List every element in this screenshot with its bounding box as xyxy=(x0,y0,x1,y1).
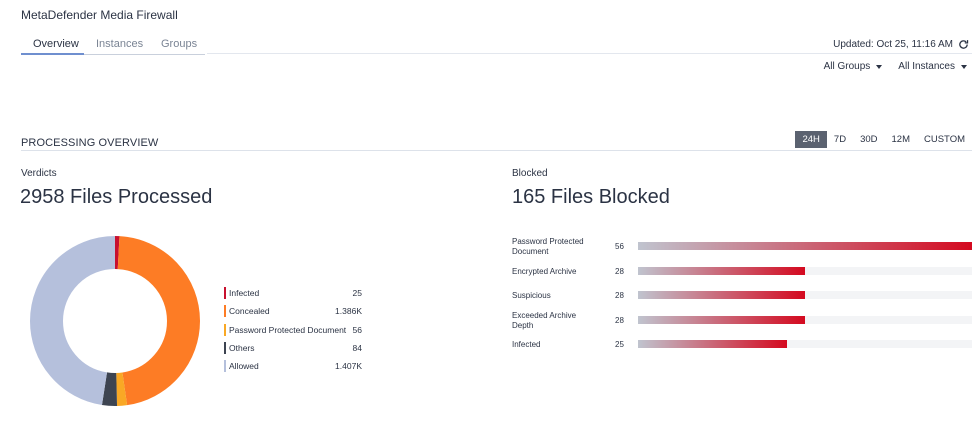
legend-label: Password Protected Document xyxy=(229,324,347,335)
legend-swatch xyxy=(224,323,226,336)
blocked-row-count: 56 xyxy=(615,242,624,251)
range-12m-button[interactable]: 12M xyxy=(885,131,917,148)
blocked-row-label: Password Protected Document xyxy=(512,237,584,256)
verdicts-label: Verdicts xyxy=(21,168,57,179)
range-7d-button[interactable]: 7D xyxy=(827,131,853,148)
range-24h-button[interactable]: 24H xyxy=(795,131,827,148)
tab-bar: Overview Instances Groups xyxy=(21,34,205,56)
legend-label: Others xyxy=(229,342,255,353)
verdicts-donut-chart xyxy=(30,236,200,406)
app-title: MetaDefender Media Firewall xyxy=(21,8,178,22)
blocked-row-count: 28 xyxy=(615,291,624,300)
files-blocked-headline: 165 Files Blocked xyxy=(512,186,670,208)
blocked-label: Blocked xyxy=(512,168,548,179)
blocked-row-count: 25 xyxy=(615,340,624,349)
legend-value: 56 xyxy=(352,324,362,335)
blocked-bar-track xyxy=(638,291,972,299)
section-divider xyxy=(21,150,972,151)
blocked-bar[interactable] xyxy=(638,291,805,299)
range-custom-button[interactable]: CUSTOM xyxy=(917,131,972,148)
blocked-bar[interactable] xyxy=(638,242,972,250)
blocked-bar[interactable] xyxy=(638,267,805,275)
legend-value: 1.407K xyxy=(335,361,362,372)
header-divider xyxy=(207,53,972,54)
legend-label: Allowed xyxy=(229,361,259,372)
tab-groups[interactable]: Groups xyxy=(161,38,197,50)
updated-status: Updated: Oct 25, 11:16 AM xyxy=(833,39,969,50)
updated-text: Updated: Oct 25, 11:16 AM xyxy=(833,39,953,50)
legend-value: 1.386K xyxy=(335,306,362,317)
chevron-down-icon xyxy=(876,64,883,69)
blocked-bar-track xyxy=(638,267,972,275)
blocked-bar[interactable] xyxy=(638,316,805,324)
time-range-selector: 24H 7D 30D 12M CUSTOM xyxy=(795,131,972,148)
legend-value: 25 xyxy=(352,288,362,298)
section-title: PROCESSING OVERVIEW xyxy=(21,137,159,149)
tab-active-indicator xyxy=(21,53,84,55)
groups-filter-dropdown[interactable]: All Groups xyxy=(824,61,883,72)
legend-label: Infected xyxy=(229,288,260,298)
tab-overview[interactable]: Overview xyxy=(33,38,79,50)
files-processed-headline: 2958 Files Processed xyxy=(20,186,213,208)
legend-swatch xyxy=(224,287,226,299)
blocked-row-label: Exceeded Archive Depth xyxy=(512,311,577,330)
blocked-row-label: Infected xyxy=(512,340,541,349)
tab-instances[interactable]: Instances xyxy=(96,38,143,50)
legend-item[interactable]: Infected 25 xyxy=(224,286,362,300)
filter-bar: All Groups All Instances xyxy=(824,61,967,72)
blocked-bar-track xyxy=(638,242,972,250)
legend-item[interactable]: Password Protected Document 56 xyxy=(224,323,362,337)
groups-filter-label: All Groups xyxy=(823,61,871,72)
legend-item[interactable]: Concealed 1.386K xyxy=(224,304,362,318)
legend-swatch xyxy=(224,360,226,373)
blocked-bar-track xyxy=(638,340,972,348)
legend-value: 84 xyxy=(352,342,362,353)
blocked-row-label: Suspicious xyxy=(512,291,551,300)
legend-swatch xyxy=(224,305,226,318)
blocked-row-count: 28 xyxy=(615,267,624,276)
blocked-row-label: Encrypted Archive xyxy=(512,267,577,276)
range-30d-button[interactable]: 30D xyxy=(853,131,884,148)
instances-filter-label: All Instances xyxy=(898,61,955,72)
legend-swatch xyxy=(224,341,226,354)
blocked-bar-track xyxy=(638,316,972,324)
legend-label: Concealed xyxy=(229,306,270,317)
blocked-row-count: 28 xyxy=(615,316,624,325)
refresh-icon[interactable] xyxy=(958,39,969,50)
legend-item[interactable]: Allowed 1.407K xyxy=(224,359,362,373)
chevron-down-icon xyxy=(961,64,967,69)
instances-filter-dropdown[interactable]: All Instances xyxy=(898,61,967,72)
legend-item[interactable]: Others 84 xyxy=(224,341,362,355)
blocked-bar[interactable] xyxy=(638,340,788,348)
